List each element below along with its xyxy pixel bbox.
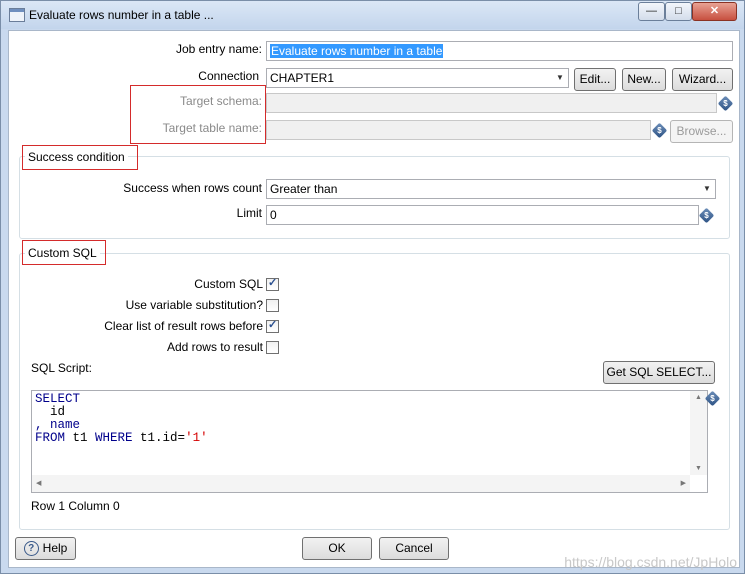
- limit-label: Limit: [236, 206, 262, 220]
- help-button-label: Help: [42, 541, 68, 555]
- sql-line-3: , name: [35, 418, 81, 432]
- rows-count-value: Greater than: [270, 182, 338, 196]
- sql-script-label: SQL Script:: [31, 361, 92, 375]
- title-bar[interactable]: Evaluate rows number in a table ... — □ …: [1, 1, 744, 29]
- dropdown-arrow-icon[interactable]: ▼: [552, 69, 568, 87]
- variable-icon-glyph: $: [723, 99, 728, 108]
- sql-line-2: id: [35, 405, 66, 419]
- variable-substitution-checkbox[interactable]: [266, 299, 279, 312]
- ok-button[interactable]: OK: [302, 537, 372, 560]
- target-table-input[interactable]: [266, 120, 651, 140]
- custom-sql-checkbox[interactable]: [266, 276, 279, 291]
- sql-horizontal-scrollbar[interactable]: ◀ ▶: [32, 475, 690, 492]
- edit-connection-button[interactable]: Edit...: [574, 68, 616, 91]
- custom-sql-option-label: Custom SQL: [194, 277, 263, 291]
- rows-count-select[interactable]: Greater than ▼: [266, 179, 716, 199]
- job-entry-name-input[interactable]: Evaluate rows number in a table: [266, 41, 733, 61]
- custom-sql-title: Custom SQL: [25, 246, 100, 260]
- dialog-body: Job entry name: Evaluate rows number in …: [8, 30, 740, 568]
- new-connection-button[interactable]: New...: [622, 68, 666, 91]
- dropdown-arrow-icon[interactable]: ▼: [699, 180, 715, 198]
- help-button[interactable]: ? Help: [15, 537, 76, 560]
- sql-keyword-from: FROM: [35, 431, 66, 445]
- wizard-button[interactable]: Wizard...: [672, 68, 733, 91]
- success-condition-title: Success condition: [25, 150, 128, 164]
- connection-select[interactable]: CHAPTER1 ▼: [266, 68, 569, 88]
- close-button[interactable]: ✕: [692, 2, 737, 21]
- target-schema-label: Target schema:: [179, 94, 262, 108]
- cancel-button[interactable]: Cancel: [379, 537, 449, 560]
- sql-vertical-scrollbar[interactable]: ▲ ▼: [690, 391, 707, 475]
- variable-icon: $: [698, 207, 715, 224]
- sql-condition: t1.id=: [132, 431, 186, 445]
- sql-keyword-where: WHERE: [95, 431, 133, 445]
- variable-substitution-label: Use variable substitution?: [125, 298, 263, 312]
- window-title: Evaluate rows number in a table ...: [29, 8, 214, 22]
- job-entry-name-label: Job entry name:: [175, 42, 262, 56]
- clear-result-rows-label: Clear list of result rows before: [104, 319, 263, 333]
- sql-line-1: SELECT: [35, 392, 81, 406]
- connection-label: Connection: [198, 69, 259, 83]
- variable-icon-glyph: $: [657, 126, 662, 135]
- watermark: https://blog.csdn.net/JpHolo: [564, 554, 737, 570]
- help-icon: ?: [23, 541, 39, 557]
- target-table-label: Target table name:: [162, 121, 262, 135]
- scroll-arrow-icon[interactable]: ◀: [36, 479, 41, 487]
- target-schema-input[interactable]: [266, 93, 717, 113]
- scroll-arrow-icon[interactable]: ▶: [681, 479, 686, 487]
- get-sql-select-button[interactable]: Get SQL SELECT...: [603, 361, 715, 384]
- cursor-position-status: Row 1 Column 0: [31, 499, 120, 513]
- minimize-button[interactable]: —: [638, 2, 665, 21]
- add-rows-checkbox[interactable]: [266, 341, 279, 354]
- sql-code[interactable]: SELECT id , name FROM t1 WHERE t1.id='1': [35, 393, 208, 445]
- app-icon: [9, 8, 25, 22]
- clear-result-rows-checkbox[interactable]: [266, 318, 279, 333]
- maximize-button[interactable]: □: [665, 2, 692, 21]
- variable-icon: $: [704, 390, 721, 407]
- variable-icon-glyph: $: [704, 211, 709, 220]
- scroll-arrow-icon[interactable]: ▲: [695, 394, 702, 401]
- variable-icon-glyph: $: [710, 394, 715, 403]
- scroll-arrow-icon[interactable]: ▼: [695, 465, 702, 472]
- connection-value: CHAPTER1: [270, 71, 335, 85]
- variable-icon: $: [651, 122, 668, 139]
- sql-editor[interactable]: SELECT id , name FROM t1 WHERE t1.id='1'…: [31, 390, 708, 493]
- limit-input[interactable]: 0: [266, 205, 699, 225]
- add-rows-label: Add rows to result: [166, 340, 263, 354]
- sql-table: t1: [65, 431, 96, 445]
- browse-button[interactable]: Browse...: [670, 120, 733, 143]
- job-entry-name-value: Evaluate rows number in a table: [270, 44, 444, 58]
- sql-string-literal: '1': [185, 431, 208, 445]
- rows-count-label: Success when rows count: [123, 181, 262, 195]
- dialog-window: Evaluate rows number in a table ... — □ …: [0, 0, 745, 574]
- variable-icon: $: [717, 95, 734, 112]
